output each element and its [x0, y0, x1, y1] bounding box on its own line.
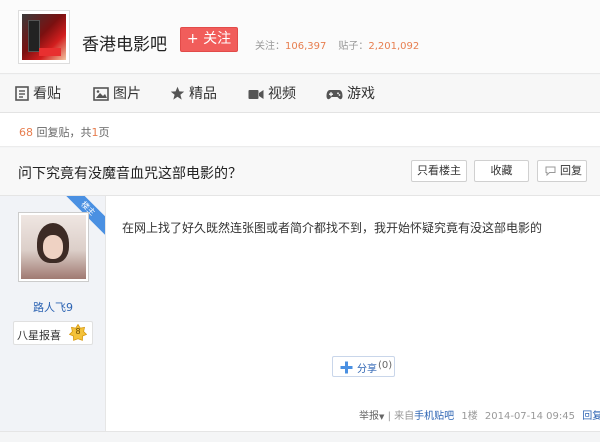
thread-title-bar: 问下究竟有没魔音血咒这部电影的？ 只看楼主 收藏 回复: [0, 148, 600, 196]
forum-logo[interactable]: [18, 10, 70, 64]
tab-videos[interactable]: 视频: [248, 75, 296, 113]
post-reply-link[interactable]: 回复: [582, 411, 600, 422]
forum-logo-image: [22, 14, 66, 60]
level-number: 8: [75, 327, 81, 336]
source-prefix: 来自: [394, 411, 415, 422]
tab-label: 视频: [268, 86, 296, 102]
tab-label: 精品: [189, 86, 217, 102]
thread-title: 问下究竟有没魔音血咒这部电影的？: [18, 166, 242, 182]
tab-posts[interactable]: 看贴: [15, 75, 61, 113]
forum-tabs: 看贴 图片 精品 视频 游戏: [0, 75, 600, 113]
forum-stats: 关注：106,397 贴子：2,201,092: [255, 37, 419, 52]
author-name[interactable]: 路人飞9: [0, 299, 105, 315]
post-floor-1: 楼主 路人飞9 八星报喜 8 在网上找了好久既然连张图或者简介都找不到，我开始怀…: [0, 196, 600, 431]
reply-count: 68 回复贴，共1页: [19, 124, 110, 140]
document-icon: [15, 86, 29, 101]
forum-name[interactable]: 香港电影吧: [82, 30, 167, 55]
tab-label: 图片: [113, 86, 141, 102]
post-footer: 举报▼ | 来自手机贴吧 1楼 2014-07-14 09:45 回复: [359, 407, 600, 422]
reply-count-label: 回复贴，共: [36, 126, 92, 139]
share-count: (0): [378, 360, 393, 371]
source-link[interactable]: 手机贴吧: [414, 411, 454, 422]
share-button[interactable]: 分享 (0): [332, 356, 395, 377]
reply-button-label: 回复: [560, 164, 582, 177]
tab-games[interactable]: 游戏: [326, 75, 375, 113]
post-content: 在网上找了好久既然连张图或者简介都找不到，我开始怀疑究竟有没这部电影的: [122, 221, 543, 235]
avatar[interactable]: [18, 212, 89, 282]
gamepad-icon: [326, 90, 343, 100]
author-panel: 楼主 路人飞9 八星报喜 8: [0, 196, 106, 431]
reply-count-number: 68: [19, 126, 33, 139]
caret-down-icon: ▼: [379, 413, 385, 421]
reply-count-bar: 68 回复贴，共1页: [0, 113, 600, 147]
floor-number: 1楼: [461, 411, 478, 422]
tab-label: 看贴: [33, 86, 61, 102]
tab-featured[interactable]: 精品: [170, 75, 217, 113]
forum-header: 香港电影吧 + 关注 关注：106,397 贴子：2,201,092: [0, 0, 600, 74]
tab-pictures[interactable]: 图片: [93, 75, 141, 113]
reply-button[interactable]: 回复: [537, 160, 587, 182]
avatar-image: [21, 215, 86, 279]
post-time: 2014-07-14 09:45: [484, 411, 576, 422]
followers-label: 关注：: [255, 41, 285, 52]
report-label: 举报: [359, 411, 379, 422]
page-bottom: [0, 431, 600, 442]
page-count-number: 1: [91, 126, 99, 139]
report-link[interactable]: 举报▼: [359, 411, 384, 422]
page-count-label: 页: [98, 126, 110, 139]
tab-label: 游戏: [347, 86, 375, 102]
share-label: 分享: [357, 364, 377, 375]
video-icon: [248, 90, 264, 99]
user-level[interactable]: 八星报喜 8: [13, 321, 93, 345]
level-name: 八星报喜: [17, 329, 61, 342]
collect-button[interactable]: 收藏: [474, 160, 529, 182]
followers-count: 106,397: [285, 41, 327, 52]
comment-icon: [545, 166, 556, 176]
only-op-button[interactable]: 只看楼主: [411, 160, 467, 182]
star-icon: [170, 86, 185, 100]
plus-icon: [340, 361, 353, 374]
posts-count: 2,201,092: [368, 41, 420, 52]
follow-button[interactable]: + 关注: [180, 27, 238, 52]
posts-label: 贴子：: [338, 41, 369, 52]
picture-icon: [93, 87, 109, 101]
footer-separator: |: [387, 411, 391, 422]
